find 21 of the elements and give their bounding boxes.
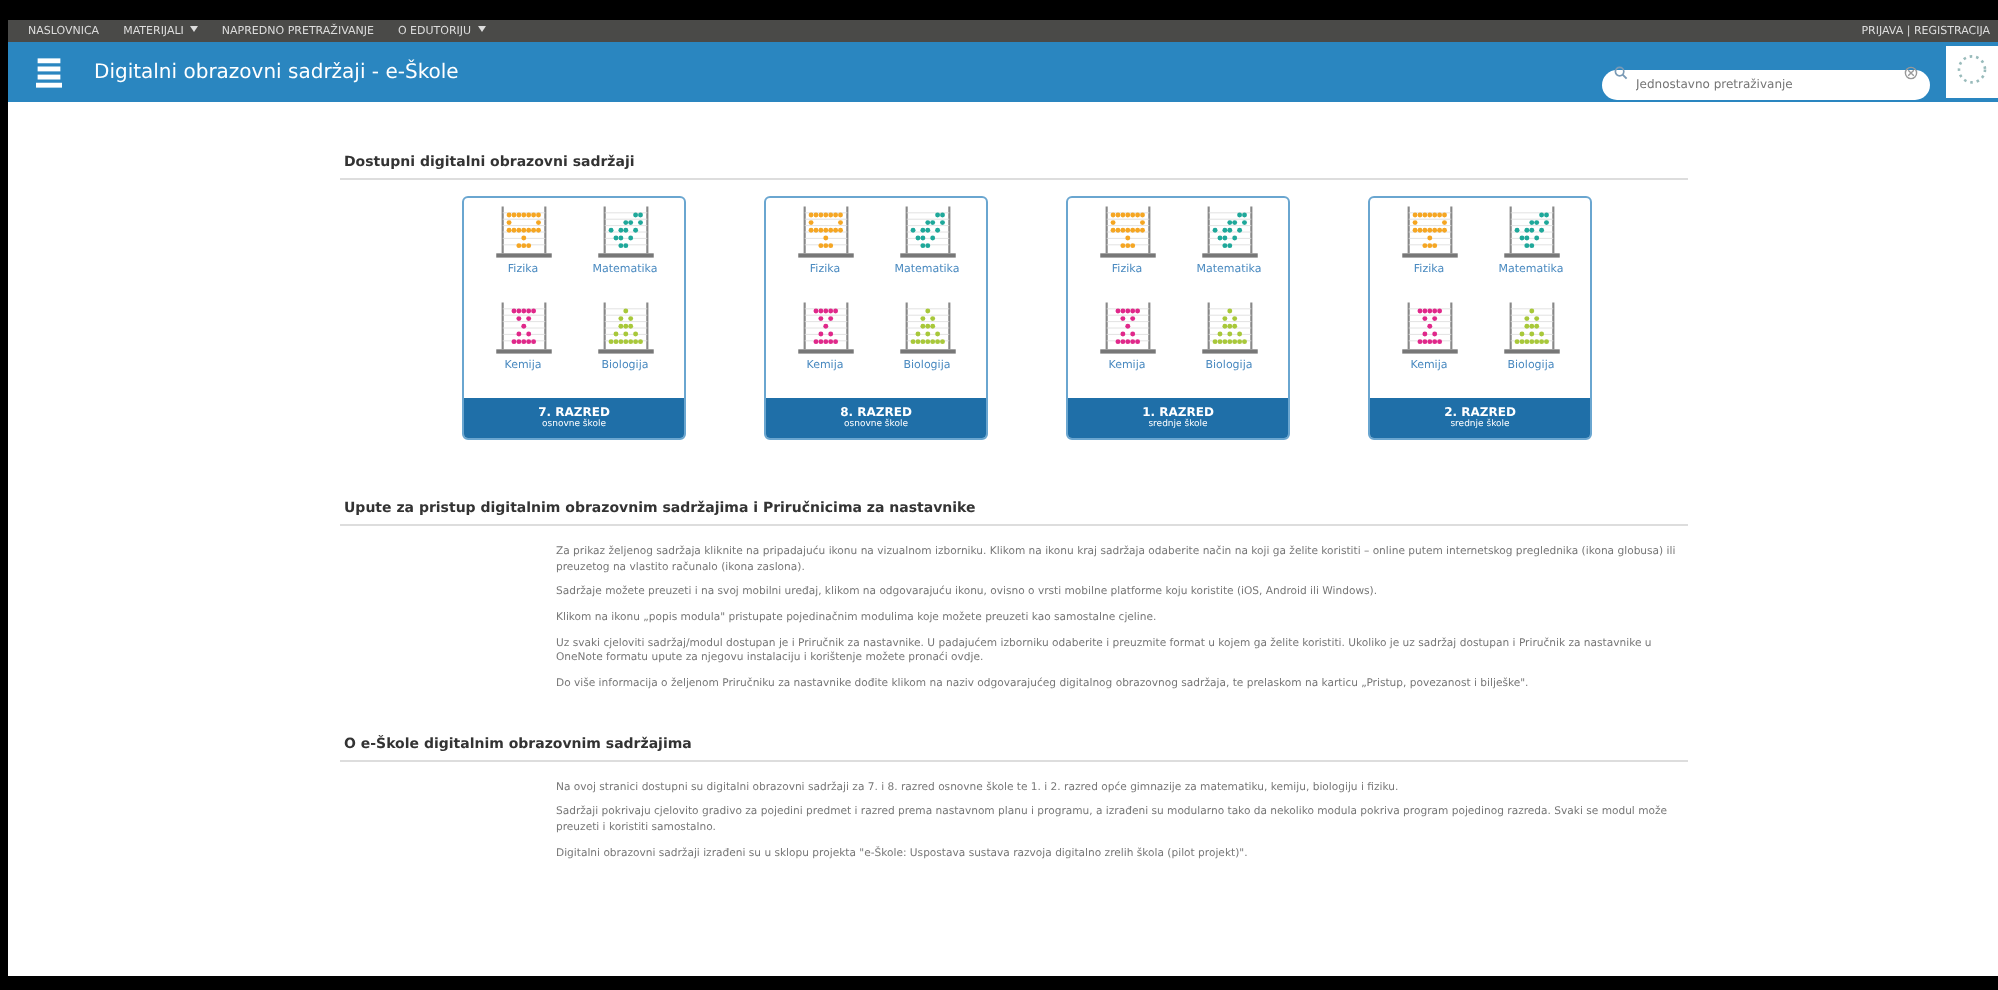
books-logo-icon[interactable] bbox=[36, 55, 62, 89]
abacus-icon[interactable] bbox=[593, 204, 657, 260]
abacus-icon[interactable] bbox=[491, 300, 555, 356]
abacus-icon[interactable] bbox=[1197, 204, 1261, 260]
abacus-icon[interactable] bbox=[895, 300, 959, 356]
abacus-icon[interactable] bbox=[793, 204, 857, 260]
abacus-icon[interactable] bbox=[1095, 300, 1159, 356]
abacus-icon[interactable] bbox=[1397, 300, 1461, 356]
abacus-icon[interactable] bbox=[1397, 204, 1461, 260]
clear-icon[interactable] bbox=[1904, 65, 1918, 79]
search-icon bbox=[1614, 65, 1628, 79]
abacus-icon[interactable] bbox=[1499, 300, 1563, 356]
abacus-icon[interactable] bbox=[793, 300, 857, 356]
abacus-icon[interactable] bbox=[491, 204, 555, 260]
stars-circle-logo-icon bbox=[1946, 46, 1998, 98]
abacus-icon[interactable] bbox=[895, 204, 959, 260]
abacus-icon[interactable] bbox=[1499, 204, 1563, 260]
abacus-icon[interactable] bbox=[593, 300, 657, 356]
page-title: Digitalni obrazovni sadržaji - e-Škole bbox=[94, 61, 459, 83]
abacus-icon[interactable] bbox=[1095, 204, 1159, 260]
abacus-icon[interactable] bbox=[1197, 300, 1261, 356]
